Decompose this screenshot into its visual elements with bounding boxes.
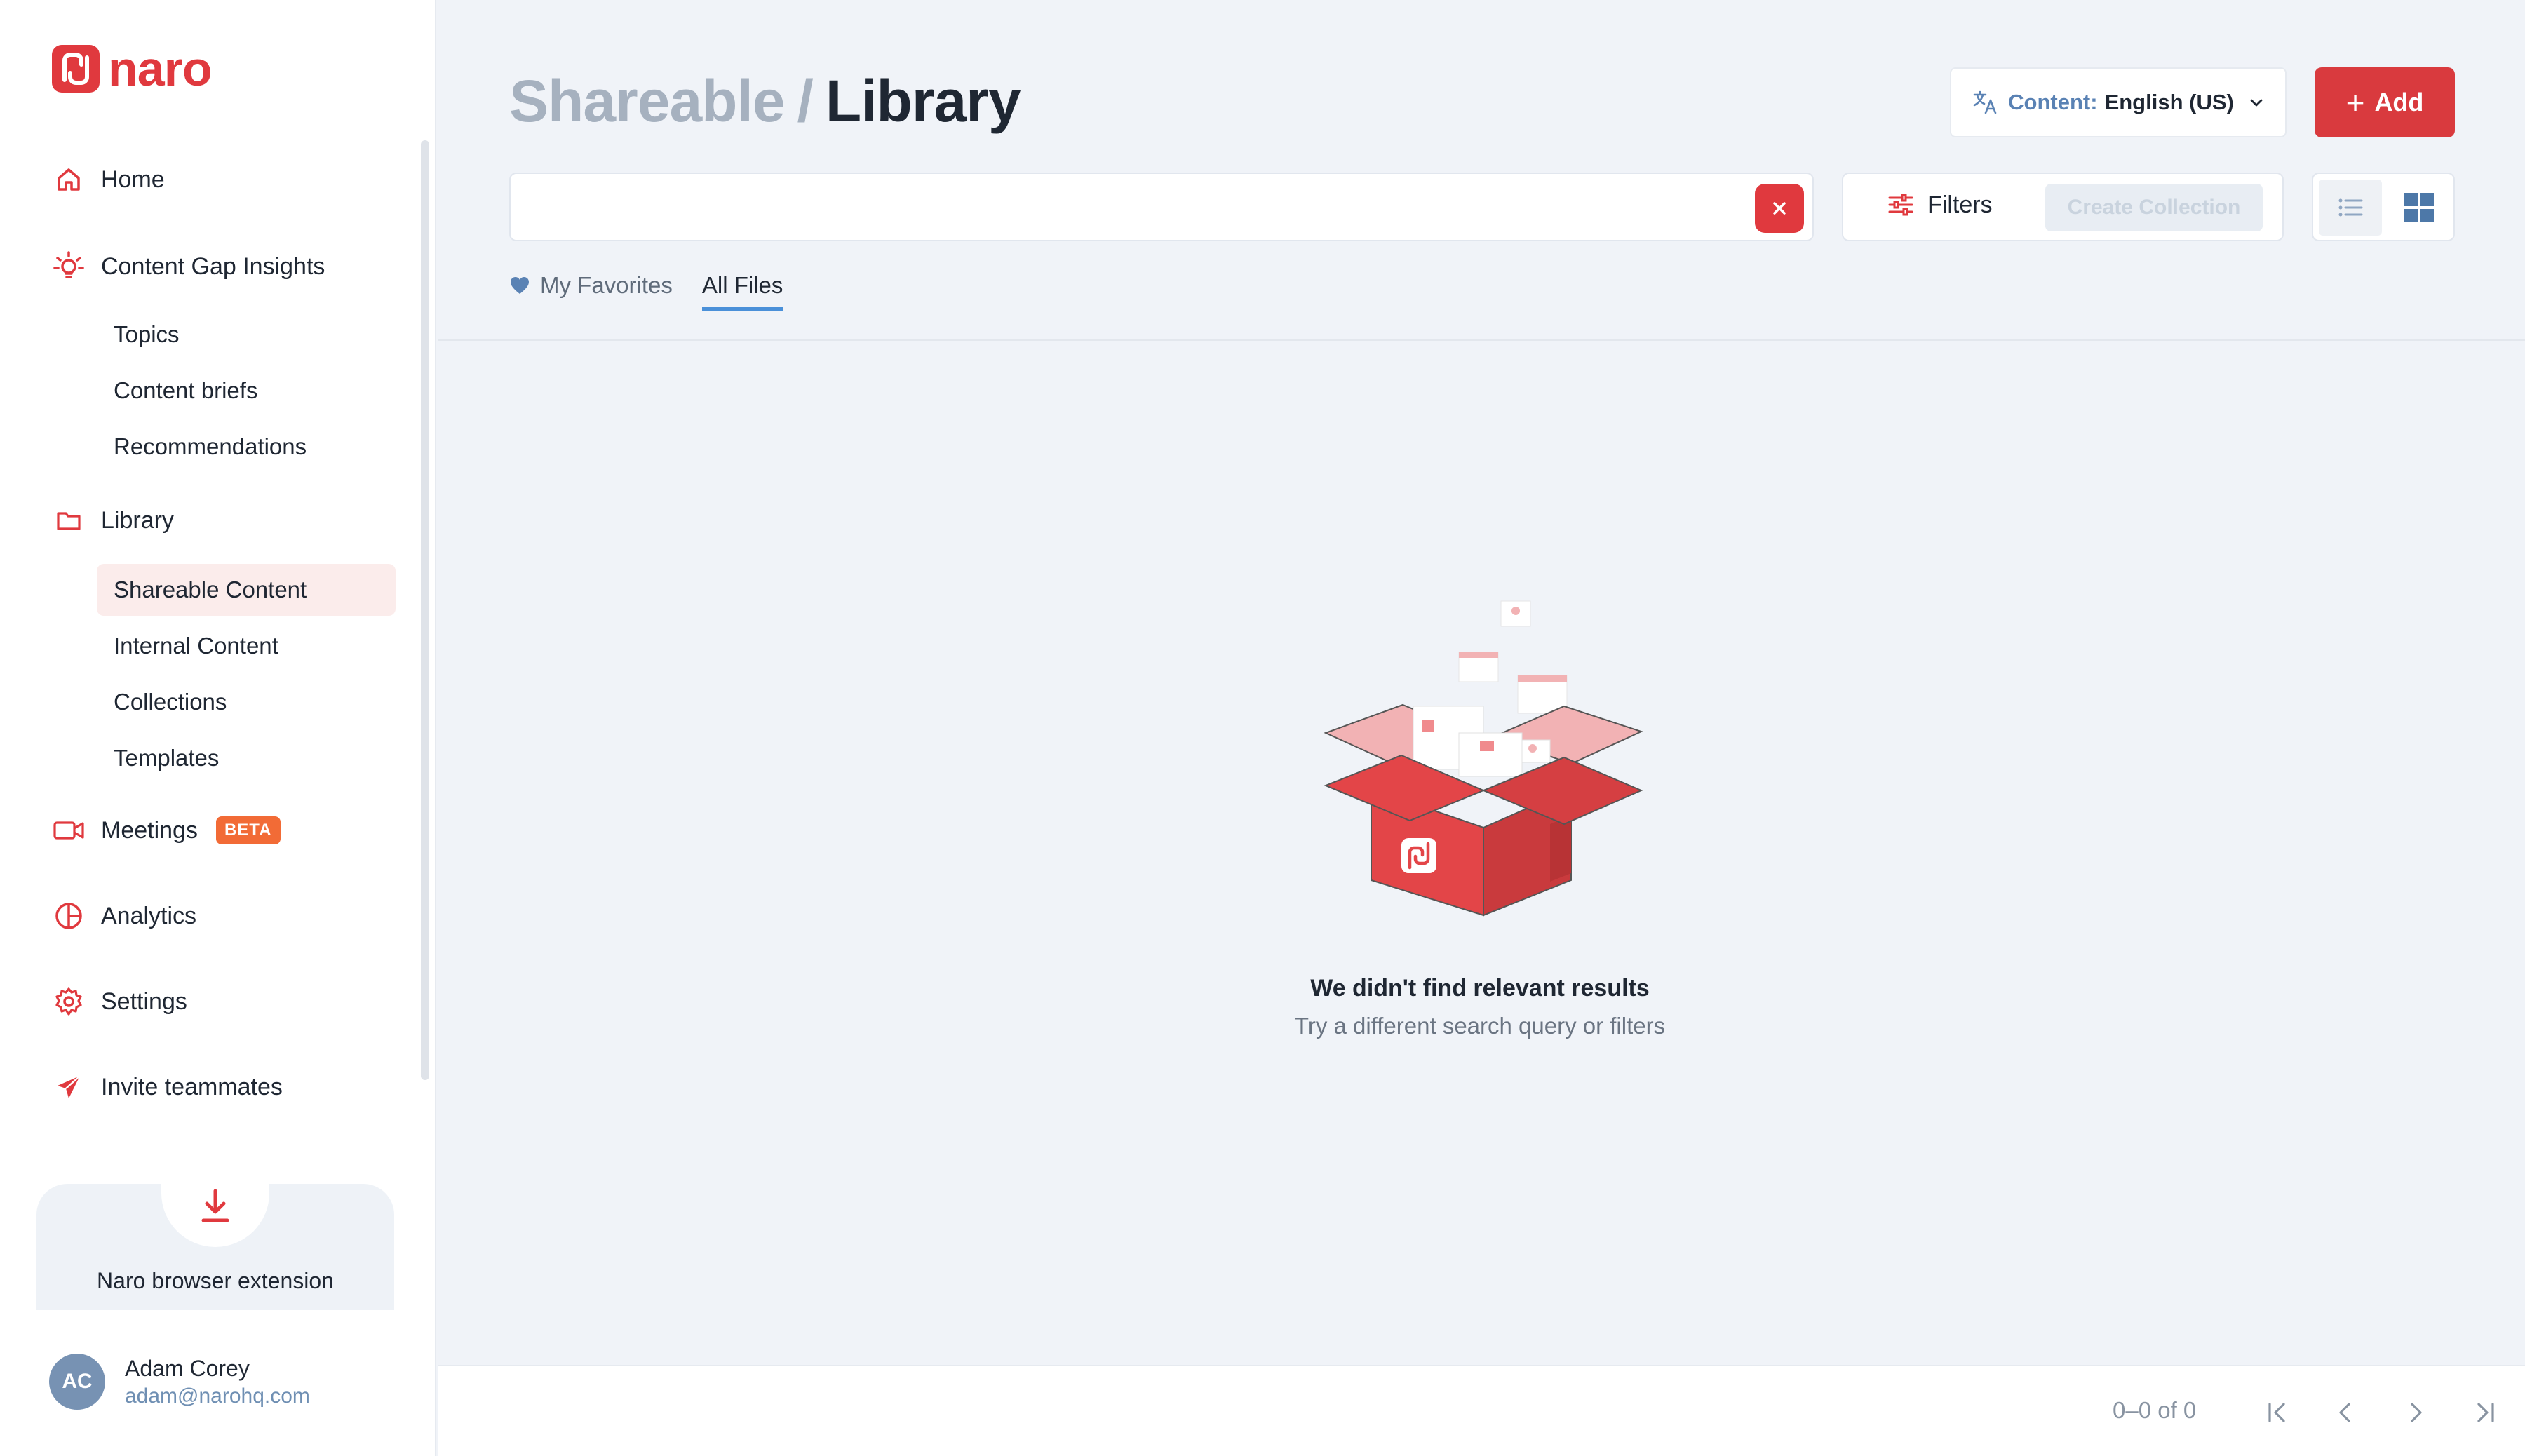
filters-label: Filters (1927, 191, 1993, 218)
nav-invite-teammates[interactable]: Invite teammates (52, 1066, 283, 1108)
filters-button[interactable]: Filters (1887, 191, 1993, 219)
grid-icon (2404, 193, 2434, 222)
breadcrumb-parent[interactable]: Shareable (509, 68, 786, 134)
list-view-button[interactable] (2319, 180, 2382, 236)
pagination-bar: 0–0 of 0 (438, 1365, 2525, 1456)
plus-icon: + (2345, 84, 2365, 121)
nav-settings-label: Settings (101, 987, 187, 1015)
beta-badge: BETA (215, 816, 281, 844)
content-language-select[interactable]: Content: English (US) (1950, 67, 2287, 137)
nav-content-gap-insights[interactable]: Content Gap Insights (52, 245, 325, 288)
nav-meetings-label: Meetings (101, 816, 198, 844)
search-input[interactable] (525, 187, 1745, 229)
nav-settings[interactable]: Settings (52, 980, 187, 1023)
sliders-icon (1888, 194, 1913, 216)
first-page-icon (2268, 1403, 2285, 1422)
chevron-down-icon (2250, 99, 2263, 107)
home-icon (52, 163, 86, 196)
last-page-icon (2477, 1403, 2494, 1422)
empty-state-title: We didn't find relevant results (1310, 975, 1650, 1002)
tab-my-favorites-label: My Favorites (540, 272, 673, 298)
gear-icon (52, 985, 86, 1018)
user-profile[interactable]: AC Adam Corey adam@narohq.com (49, 1354, 310, 1410)
nav-library-label: Library (101, 506, 174, 534)
add-button-label: Add (2374, 88, 2424, 116)
sidebar-item-internal-content[interactable]: Internal Content (97, 620, 396, 672)
paper-plane-icon (52, 1070, 86, 1104)
breadcrumb-separator: / (797, 68, 814, 134)
nav-analytics-label: Analytics (101, 902, 197, 929)
chevron-right-icon (2411, 1403, 2422, 1422)
extension-card-title: Naro browser extension (97, 1268, 334, 1293)
user-email: adam@narohq.com (125, 1384, 310, 1408)
close-icon (1773, 202, 1786, 215)
brand-name: naro (108, 41, 213, 96)
next-page-button[interactable] (2395, 1391, 2437, 1434)
header-divider (438, 339, 2525, 341)
content-language-label: Content: (2008, 90, 2098, 114)
user-name: Adam Corey (125, 1355, 250, 1381)
filter-toolbar: Filters Create Collection (1842, 173, 2284, 241)
sidebar-item-collections[interactable]: Collections (97, 676, 396, 728)
nav-library[interactable]: Library (52, 499, 174, 541)
grid-view-button[interactable] (2388, 180, 2451, 236)
sidebar-item-shareable-content[interactable]: Shareable Content (97, 564, 396, 616)
tab-my-favorites[interactable]: My Favorites (509, 272, 673, 307)
empty-box-illustration (1324, 600, 1643, 917)
sidebar: naro Home Content Gap Insights Topics Co… (0, 0, 436, 1456)
naro-logo[interactable]: naro (52, 41, 213, 96)
avatar: AC (49, 1354, 105, 1410)
nav-analytics[interactable]: Analytics (52, 895, 196, 937)
page-range: 0–0 of 0 (2113, 1397, 2197, 1423)
clear-search-button[interactable] (1755, 184, 1804, 233)
sidebar-item-recommendations[interactable]: Recommendations (97, 421, 396, 473)
library-tabs: My Favorites All Files (509, 272, 783, 311)
create-collection-button[interactable]: Create Collection (2045, 184, 2263, 231)
nav-content-gap-insights-label: Content Gap Insights (101, 252, 325, 280)
breadcrumb-current: Library (825, 68, 1021, 134)
lightbulb-icon (52, 250, 86, 283)
sidebar-scrollbar[interactable] (421, 140, 429, 1080)
empty-state-subtitle: Try a different search query or filters (1294, 1013, 1666, 1039)
extension-download-button[interactable] (161, 1184, 269, 1247)
tab-all-files-label: All Files (701, 272, 783, 298)
first-page-button[interactable] (2256, 1391, 2298, 1434)
search-bar (509, 173, 1814, 241)
sidebar-item-content-briefs[interactable]: Content briefs (97, 365, 396, 417)
sidebar-item-templates[interactable]: Templates (97, 732, 396, 784)
nav-meetings[interactable]: Meetings BETA (52, 809, 281, 851)
heart-icon (511, 277, 529, 294)
naro-logo-icon (52, 45, 100, 93)
tab-all-files[interactable]: All Files (701, 272, 783, 311)
prev-page-button[interactable] (2324, 1391, 2366, 1434)
translate-icon (1973, 90, 1997, 114)
video-icon (52, 814, 86, 847)
browser-extension-card[interactable]: Naro browser extension (36, 1184, 394, 1310)
add-button[interactable]: + Add (2315, 67, 2455, 137)
nav-home-label: Home (101, 166, 165, 193)
folder-icon (52, 504, 86, 537)
chevron-left-icon (2339, 1403, 2350, 1422)
list-icon (2338, 198, 2363, 217)
view-toggle (2312, 173, 2455, 241)
sidebar-item-topics[interactable]: Topics (97, 309, 396, 360)
nav-home[interactable]: Home (52, 159, 165, 201)
content-language-value: English (US) (2104, 90, 2234, 114)
pie-chart-icon (52, 899, 86, 933)
nav-invite-teammates-label: Invite teammates (101, 1073, 283, 1100)
last-page-button[interactable] (2465, 1391, 2507, 1434)
page-title: Shareable / Library (509, 67, 1021, 135)
download-icon (201, 1189, 229, 1222)
